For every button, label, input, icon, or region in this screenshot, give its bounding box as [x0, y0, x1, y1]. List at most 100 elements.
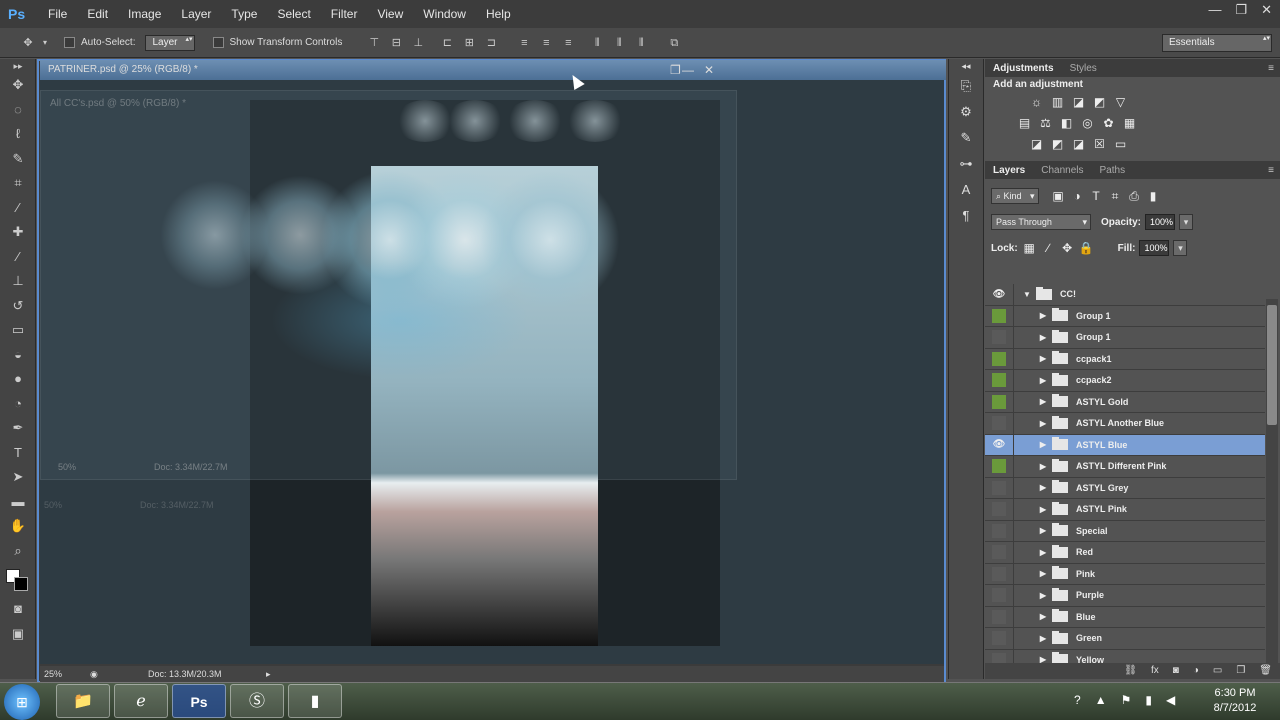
toolbox-collapse-icon[interactable]: ▸▸ [0, 59, 36, 73]
hand-tool-icon[interactable]: ✋ [0, 514, 36, 539]
clone-source-panel-icon[interactable]: ⊶ [949, 151, 983, 177]
visibility-box[interactable] [992, 394, 1006, 409]
tray-expand-icon[interactable]: ▲ [1095, 693, 1107, 707]
layer-row[interactable]: ▶ Red [985, 541, 1265, 564]
layer-row[interactable]: ▶ Purple [985, 584, 1265, 607]
zoom-tool-icon[interactable]: ⌕ [0, 539, 36, 564]
chevron-right-icon[interactable]: ▶ [1034, 591, 1052, 600]
visibility-toggle[interactable] [985, 348, 1014, 370]
new-layer-icon[interactable]: ❐ [1236, 663, 1245, 679]
paint-bucket-tool-icon[interactable]: ◒ [0, 343, 36, 368]
visibility-box[interactable] [992, 459, 1006, 474]
brightness-contrast-icon[interactable]: ☼ [1029, 95, 1044, 110]
eraser-tool-icon[interactable]: ▭ [0, 318, 36, 343]
taskbar-clock[interactable]: 6:30 PM 8/7/2012 [1200, 686, 1270, 718]
layer-row[interactable]: ▶ ASTYL Pink [985, 498, 1265, 521]
chevron-right-icon[interactable]: ▶ [1034, 333, 1052, 342]
menu-window[interactable]: Window [413, 0, 476, 28]
new-group-icon[interactable]: ▭ [1213, 663, 1222, 679]
menu-image[interactable]: Image [118, 0, 171, 28]
taskbar-explorer-icon[interactable]: 📁 [56, 684, 110, 718]
selective-color-icon[interactable]: ☒ [1092, 137, 1107, 152]
path-select-tool-icon[interactable]: ➤ [0, 465, 36, 490]
chevron-right-icon[interactable]: ▶ [1034, 397, 1052, 406]
layer-row[interactable]: 👁 ▶ ASTYL Blue [985, 434, 1265, 456]
blend-mode-dropdown[interactable]: Pass Through [991, 214, 1091, 230]
visibility-toggle[interactable] [985, 477, 1014, 499]
clone-stamp-tool-icon[interactable]: ⊥ [0, 269, 36, 294]
zoom-level[interactable]: 25% [44, 666, 62, 682]
distribute-left-icon[interactable]: ⫴ [589, 35, 605, 51]
layers-scroll-thumb[interactable] [1267, 305, 1277, 425]
visibility-toggle[interactable] [985, 498, 1014, 520]
chevron-right-icon[interactable]: ▶ [1034, 440, 1052, 449]
visibility-box[interactable] [992, 416, 1006, 431]
visibility-toggle[interactable] [985, 305, 1014, 327]
visibility-toggle[interactable] [985, 326, 1014, 348]
tray-flag-icon[interactable]: ⚑ [1121, 693, 1132, 707]
doc-close-icon[interactable]: ✕ [704, 60, 714, 80]
lasso-tool-icon[interactable]: ℓ [0, 122, 36, 147]
opacity-field[interactable]: 100% [1145, 214, 1176, 230]
color-swatches[interactable] [0, 563, 36, 597]
properties-panel-icon[interactable]: ⚙ [949, 99, 983, 125]
rectangle-tool-icon[interactable]: ▬ [0, 490, 36, 515]
filter-pixel-icon[interactable]: ▣ [1051, 189, 1066, 204]
visibility-toggle[interactable] [985, 391, 1014, 413]
minimize-button[interactable]: — [1208, 2, 1221, 18]
visibility-toggle[interactable] [985, 627, 1014, 649]
tab-paths[interactable]: Paths [1092, 165, 1134, 176]
quick-select-tool-icon[interactable]: ✎ [0, 147, 36, 172]
tool-preset-dropdown-icon[interactable]: ▾ [37, 35, 53, 51]
crop-tool-icon[interactable]: ⌗ [0, 171, 36, 196]
distribute-top-icon[interactable]: ≡ [516, 35, 532, 51]
layers-scrollbar[interactable] [1266, 299, 1278, 679]
layers-panel-menu-icon[interactable]: ≡ [1268, 165, 1274, 176]
link-layers-icon[interactable]: ⛓ [1124, 663, 1137, 679]
vibrance-icon[interactable]: ▽ [1113, 95, 1128, 110]
menu-file[interactable]: File [38, 0, 77, 28]
visibility-box[interactable] [992, 502, 1006, 517]
start-button-icon[interactable]: ⊞ [4, 684, 40, 720]
workspace-dropdown[interactable]: Essentials [1162, 34, 1272, 52]
dock-collapse-icon[interactable]: ◂◂ [949, 59, 983, 73]
filter-smart-object-icon[interactable]: ⎙ [1127, 189, 1142, 204]
dodge-tool-icon[interactable]: ◔ [0, 392, 36, 417]
paragraph-panel-icon[interactable]: ¶ [949, 203, 983, 229]
fill-dropdown-icon[interactable]: ▾ [1173, 240, 1188, 256]
gradient-map-icon[interactable]: ▭ [1113, 137, 1128, 152]
distribute-hcenter-icon[interactable]: ⫴ [611, 35, 627, 51]
taskbar-ie-icon[interactable]: ℯ [114, 684, 168, 718]
posterize-icon[interactable]: ◩ [1050, 137, 1065, 152]
layer-row[interactable]: 👁 ▼ CC! [985, 284, 1265, 306]
distribute-bottom-icon[interactable]: ≡ [560, 35, 576, 51]
align-vcenter-icon[interactable]: ⊟ [388, 35, 404, 51]
history-panel-icon[interactable]: ⎘ [949, 73, 983, 99]
visibility-toggle[interactable] [985, 606, 1014, 628]
chevron-right-icon[interactable]: ▶ [1034, 462, 1052, 471]
brush-tool-icon[interactable]: ∕ [0, 245, 36, 270]
filter-type-icon[interactable]: T [1089, 189, 1104, 204]
photo-filter-icon[interactable]: ◎ [1080, 116, 1095, 131]
hue-saturation-icon[interactable]: ▤ [1017, 116, 1032, 131]
blur-tool-icon[interactable]: ● [0, 367, 36, 392]
visibility-toggle[interactable] [985, 541, 1014, 563]
auto-select-target-dropdown[interactable]: Layer [145, 34, 195, 51]
visibility-box[interactable] [992, 523, 1006, 538]
chevron-right-icon[interactable]: ▶ [1034, 569, 1052, 578]
align-hcenter-icon[interactable]: ⊞ [461, 35, 477, 51]
panel-menu-icon[interactable]: ≡ [1268, 63, 1274, 74]
visibility-toggle[interactable] [985, 584, 1014, 606]
doc-minimize-icon[interactable]: — [682, 60, 694, 80]
eye-icon[interactable]: 👁 [985, 284, 1014, 305]
visibility-box[interactable] [992, 609, 1006, 624]
layer-row[interactable]: ▶ Special [985, 520, 1265, 542]
levels-icon[interactable]: ▥ [1050, 95, 1065, 110]
chevron-right-icon[interactable]: ▶ [1034, 548, 1052, 557]
layer-row[interactable]: ▶ Group 1 [985, 326, 1265, 349]
black-white-icon[interactable]: ◧ [1059, 116, 1074, 131]
tray-network-icon[interactable]: ▮ [1145, 693, 1152, 707]
document-title-bar[interactable]: PATRINER.psd @ 25% (RGB/8) * — ❐ ✕ [40, 60, 946, 80]
color-lookup-icon[interactable]: ▦ [1122, 116, 1137, 131]
restore-button[interactable]: ❐ [1235, 2, 1247, 18]
